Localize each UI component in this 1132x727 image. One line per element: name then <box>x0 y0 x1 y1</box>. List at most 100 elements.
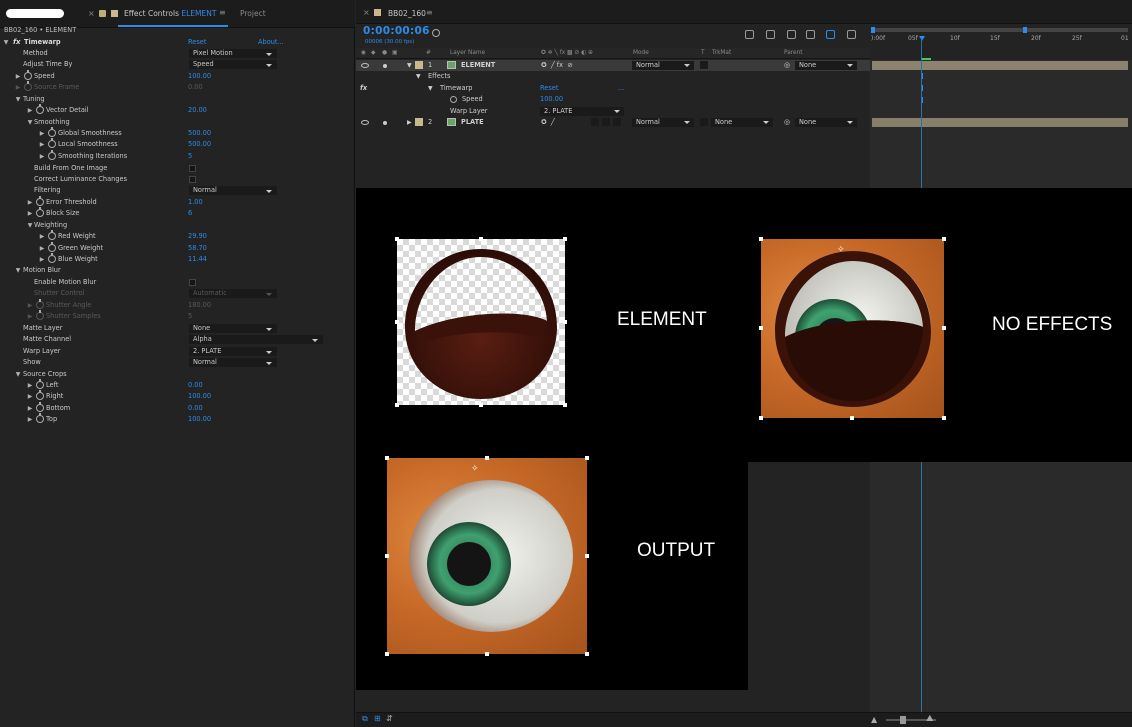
composition-mini-flowchart-icon[interactable] <box>745 30 754 39</box>
effect-header-timewarp[interactable]: ▼ fx Timewarp Reset About... <box>0 37 340 48</box>
crop-right-value[interactable]: 100.00 <box>188 391 211 402</box>
current-time-indicator[interactable] <box>919 36 925 41</box>
expand-triangle-icon[interactable]: ▶ <box>38 128 46 139</box>
effects-group-row[interactable]: ▼ Effects <box>356 71 870 82</box>
toggle-switches-icon[interactable]: ⧉ <box>362 714 368 724</box>
zoom-in-icon[interactable]: ⛰ <box>926 714 934 724</box>
toggle-modes-icon[interactable]: ⊞ <box>374 714 381 723</box>
speed-value[interactable]: 100.00 <box>188 71 211 82</box>
bbox-handle[interactable] <box>385 652 389 656</box>
expand-triangle-icon[interactable]: ▶ <box>38 231 46 242</box>
search-icon[interactable] <box>432 29 440 37</box>
panel-menu-icon[interactable]: ≡ <box>426 8 433 17</box>
reset-link[interactable]: Reset <box>188 37 206 48</box>
shy-layers-icon[interactable] <box>787 30 796 39</box>
switch-box[interactable] <box>602 118 610 126</box>
bbox-handle[interactable] <box>563 403 567 407</box>
smoothing-iterations-value[interactable]: 5 <box>188 151 192 162</box>
bbox-handle[interactable] <box>563 320 567 324</box>
crop-top-value[interactable]: 100.00 <box>188 414 211 425</box>
stopwatch-icon[interactable] <box>48 150 56 160</box>
stopwatch-icon[interactable] <box>24 70 32 80</box>
collapse-triangle-icon[interactable]: ▼ <box>14 94 22 105</box>
frame-blending-icon[interactable] <box>806 30 815 39</box>
stopwatch-icon[interactable] <box>450 96 457 103</box>
tab-comp-bb02-160[interactable]: BB02_160 <box>388 9 426 18</box>
bbox-handle[interactable] <box>759 237 763 241</box>
fx-icon[interactable]: fx <box>13 37 21 48</box>
layer-parent-dropdown[interactable]: None <box>795 61 857 70</box>
eye-icon[interactable] <box>361 120 369 125</box>
red-weight-value[interactable]: 29.90 <box>188 231 207 242</box>
expand-triangle-icon[interactable]: ▶ <box>407 117 412 128</box>
crop-bottom-value[interactable]: 0.00 <box>188 403 203 414</box>
stopwatch-icon[interactable] <box>36 379 44 389</box>
expand-triangle-icon[interactable]: ▶ <box>26 391 34 402</box>
bbox-handle[interactable] <box>585 652 589 656</box>
layer-mode-dropdown[interactable]: Normal <box>632 118 694 127</box>
collapse-triangle-icon[interactable]: ▼ <box>26 220 34 231</box>
column-layer-name[interactable]: Layer Name <box>450 50 485 56</box>
close-tab-icon[interactable]: × <box>363 8 370 17</box>
switch-box[interactable] <box>591 118 599 126</box>
stopwatch-icon[interactable] <box>48 127 56 137</box>
adjust-time-by-dropdown[interactable]: Speed <box>189 60 277 69</box>
collapse-triangle-icon[interactable]: ▼ <box>407 60 412 71</box>
bbox-handle[interactable] <box>942 326 946 330</box>
bbox-handle[interactable] <box>395 237 399 241</box>
work-area-end-handle[interactable] <box>1023 27 1027 33</box>
correct-luminance-checkbox[interactable] <box>189 176 196 183</box>
time-ruler[interactable]: ):00f 05f 10f 15f 20f 25f 01 <box>870 24 1132 60</box>
close-tab-icon[interactable]: × <box>88 9 95 18</box>
show-dropdown[interactable]: Normal <box>189 358 277 367</box>
layer-row-plate[interactable]: ▶ 2 PLATE ✪ ╱ Normal None ◎ None <box>356 117 870 128</box>
bbox-handle[interactable] <box>759 416 763 420</box>
stopwatch-icon[interactable] <box>36 207 44 217</box>
expand-triangle-icon[interactable]: ▶ <box>38 243 46 254</box>
collapse-triangle-icon[interactable]: ▼ <box>2 37 10 48</box>
blue-weight-value[interactable]: 11.44 <box>188 254 207 265</box>
layer-label-color[interactable] <box>415 118 423 126</box>
current-time-display[interactable]: 0:00:00:06 <box>363 25 430 37</box>
work-area-bar[interactable] <box>872 28 1128 32</box>
expand-triangle-icon[interactable]: ▶ <box>38 151 46 162</box>
zoom-slider-thumb[interactable] <box>900 716 906 724</box>
source-crops-group[interactable]: ▼ Source Crops <box>0 369 340 380</box>
layer-parent-dropdown[interactable]: None <box>795 118 857 127</box>
collapse-triangle-icon[interactable]: ▼ <box>428 83 433 94</box>
expand-triangle-icon[interactable]: ▶ <box>14 71 22 82</box>
preserve-transparency-toggle[interactable] <box>700 118 708 126</box>
solo-dot-icon[interactable] <box>383 121 387 125</box>
collapse-triangle-icon[interactable]: ▼ <box>14 265 22 276</box>
bbox-handle[interactable] <box>479 403 483 407</box>
expand-triangle-icon[interactable]: ▶ <box>38 139 46 150</box>
layer-label-color[interactable] <box>415 61 423 69</box>
build-from-one-image-checkbox[interactable] <box>189 165 196 172</box>
toggle-in-out-icon[interactable]: ⇵ <box>386 714 393 723</box>
anchor-point-icon[interactable]: ✧ <box>471 464 479 474</box>
collapse-triangle-icon[interactable]: ▼ <box>14 369 22 380</box>
matte-channel-dropdown[interactable]: Alpha <box>189 335 323 344</box>
block-size-value[interactable]: 6 <box>188 208 192 219</box>
bbox-handle[interactable] <box>942 237 946 241</box>
timewarp-reset-link[interactable]: Reset <box>540 83 558 94</box>
layer-switches-icons[interactable]: ✪ ╱ <box>541 117 555 128</box>
layer-name[interactable]: PLATE <box>461 117 484 128</box>
enable-motion-blur-checkbox[interactable] <box>189 279 196 286</box>
bbox-handle[interactable] <box>485 456 489 460</box>
layer-trkmat-dropdown[interactable]: None <box>711 118 773 127</box>
lock-icon[interactable] <box>99 10 106 17</box>
fx-icon[interactable]: fx <box>360 83 367 94</box>
crop-left-value[interactable]: 0.00 <box>188 380 203 391</box>
filtering-dropdown[interactable]: Normal <box>189 186 277 195</box>
expand-triangle-icon[interactable]: ▶ <box>38 254 46 265</box>
switch-box[interactable] <box>613 118 621 126</box>
eye-icon[interactable] <box>361 63 369 68</box>
stopwatch-icon[interactable] <box>36 402 44 412</box>
bbox-handle[interactable] <box>585 554 589 558</box>
collapse-triangle-icon[interactable]: ▼ <box>26 117 34 128</box>
panel-menu-icon[interactable]: ≡ <box>219 8 226 17</box>
bbox-handle[interactable] <box>850 416 854 420</box>
timewarp-effect-row[interactable]: fx ▼ Timewarp Reset ... <box>356 83 870 94</box>
about-link[interactable]: About... <box>258 37 284 48</box>
